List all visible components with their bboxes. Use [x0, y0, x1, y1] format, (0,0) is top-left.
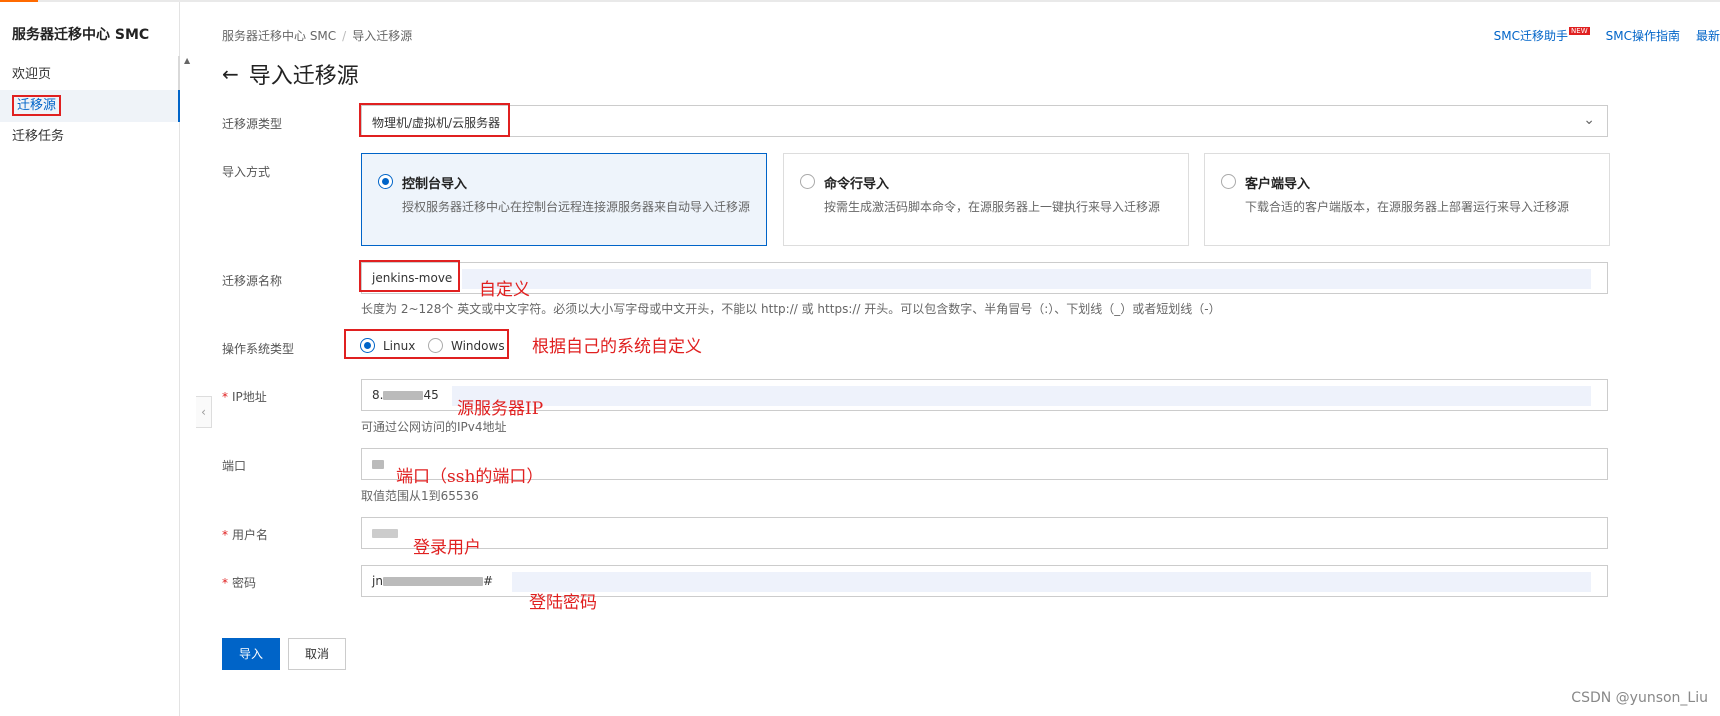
password-value-suffix: #	[482, 574, 494, 588]
redacted-mask	[383, 391, 424, 400]
source-name-help: 长度为 2~128个 英文或中文字符。必须以大小写字母或中文开头，不能以 htt…	[361, 302, 1221, 316]
import-option-cli[interactable]: 命令行导入 按需生成激活码脚本命令，在源服务器上一键执行来导入迁移源	[783, 153, 1189, 246]
username-label-text: 用户名	[232, 528, 269, 542]
smc-assistant-link[interactable]: SMC迁移助手 NEW	[1494, 27, 1590, 44]
autofill-highlight	[462, 269, 1591, 289]
username-label: * 用户名	[222, 526, 268, 543]
port-input[interactable]	[361, 448, 1608, 480]
ip-value-suffix: 45	[423, 388, 439, 402]
smc-guide-link[interactable]: SMC操作指南	[1606, 27, 1680, 44]
source-name-input[interactable]: jenkins-move	[361, 262, 1608, 294]
breadcrumb-item-smc[interactable]: 服务器迁移中心 SMC	[222, 29, 336, 43]
radio-button[interactable]	[1221, 174, 1236, 189]
sidebar-item-label: 迁移源	[12, 95, 62, 116]
password-value: jn #	[372, 574, 493, 588]
annotation-port: 端口（ssh的端口）	[396, 467, 544, 487]
ip-label-text: IP地址	[232, 390, 267, 404]
breadcrumb-item-current: 导入迁移源	[352, 29, 413, 43]
annotation-box-os-type	[344, 329, 509, 359]
latest-link[interactable]: 最新	[1696, 27, 1720, 44]
password-label-text: 密码	[232, 576, 257, 590]
password-label: * 密码	[222, 574, 256, 591]
os-type-label: 操作系统类型	[222, 342, 295, 356]
smc-assistant-label: SMC迁移助手	[1493, 29, 1569, 43]
page-title: ← 导入迁移源	[222, 58, 359, 90]
sidebar: 服务器迁移中心 SMC 欢迎页 迁移源 迁移任务	[0, 2, 180, 716]
required-mark: *	[222, 390, 228, 404]
ip-help: 可通过公网访问的IPv4地址	[361, 420, 507, 434]
chevron-left-icon: ‹	[201, 405, 206, 419]
annotation-login-user: 登录用户	[413, 538, 481, 558]
password-value-prefix: jn	[372, 574, 383, 588]
annotation-source-ip: 源服务器IP	[457, 399, 544, 419]
ip-value-prefix: 8.	[372, 388, 384, 402]
back-arrow-icon[interactable]: ←	[222, 62, 239, 86]
radio-button[interactable]	[800, 174, 815, 189]
ip-value: 8. 45	[372, 388, 439, 402]
autofill-highlight	[452, 386, 1591, 406]
sidebar-collapse-button[interactable]: ‹	[196, 396, 212, 428]
sidebar-item-migration-source[interactable]: 迁移源	[0, 90, 180, 122]
import-button[interactable]: 导入	[222, 638, 280, 670]
breadcrumb-separator: /	[342, 29, 347, 43]
cancel-button[interactable]: 取消	[288, 638, 346, 670]
sidebar-item-label: 迁移任务	[12, 129, 65, 144]
sidebar-item-migration-task[interactable]: 迁移任务	[0, 121, 180, 153]
redacted-mask	[372, 529, 398, 538]
option-desc: 按需生成激活码脚本命令，在源服务器上一键执行来导入迁移源	[824, 200, 1161, 214]
option-title: 客户端导入	[1245, 177, 1311, 192]
radio-button[interactable]	[378, 174, 393, 189]
username-input[interactable]	[361, 517, 1608, 549]
port-help: 取值范围从1到65536	[361, 489, 479, 503]
annotation-box-source-name	[359, 260, 460, 292]
source-type-select[interactable]: 物理机/虚拟机/云服务器 ⌄	[361, 105, 1608, 137]
new-badge: NEW	[1569, 27, 1590, 35]
port-label: 端口	[222, 459, 247, 473]
autofill-highlight	[512, 572, 1591, 592]
redacted-mask	[372, 460, 384, 469]
source-name-label: 迁移源名称	[222, 274, 283, 288]
page-title-text: 导入迁移源	[248, 64, 359, 89]
annotation-login-pwd: 登陆密码	[529, 593, 597, 613]
annotation-box-source-type	[359, 103, 510, 137]
sidebar-title: 服务器迁移中心 SMC	[12, 27, 150, 43]
watermark: CSDN @yunson_Liu	[1571, 690, 1708, 706]
import-method-label: 导入方式	[222, 165, 271, 179]
required-mark: *	[222, 528, 228, 542]
username-value	[372, 526, 398, 540]
top-links: SMC迁移助手 NEW SMC操作指南 最新	[1494, 27, 1720, 44]
option-desc: 授权服务器迁移中心在控制台远程连接源服务器来自动导入迁移源	[402, 200, 751, 214]
breadcrumb: 服务器迁移中心 SMC / 导入迁移源	[222, 27, 412, 44]
sidebar-item-label: 欢迎页	[12, 67, 52, 82]
ip-input[interactable]: 8. 45	[361, 379, 1608, 411]
chevron-down-icon: ⌄	[1583, 112, 1595, 128]
option-title: 命令行导入	[824, 177, 890, 192]
ip-label: * IP地址	[222, 388, 267, 405]
sidebar-item-welcome[interactable]: 欢迎页	[0, 59, 180, 91]
scroll-up-arrow-icon[interactable]: ▲	[184, 56, 190, 65]
import-option-client[interactable]: 客户端导入 下载合适的客户端版本，在源服务器上部署运行来导入迁移源	[1204, 153, 1610, 246]
annotation-os-custom: 根据自己的系统自定义	[532, 337, 702, 357]
option-desc: 下载合适的客户端版本，在源服务器上部署运行来导入迁移源	[1245, 200, 1570, 214]
required-mark: *	[222, 576, 228, 590]
option-title: 控制台导入	[402, 177, 468, 192]
redacted-mask	[382, 577, 483, 586]
source-type-label: 迁移源类型	[222, 117, 283, 131]
import-option-console[interactable]: 控制台导入 授权服务器迁移中心在控制台远程连接源服务器来自动导入迁移源	[361, 153, 767, 246]
annotation-custom: 自定义	[479, 280, 530, 300]
port-value	[372, 457, 384, 471]
top-accent-bar	[0, 0, 1720, 2]
